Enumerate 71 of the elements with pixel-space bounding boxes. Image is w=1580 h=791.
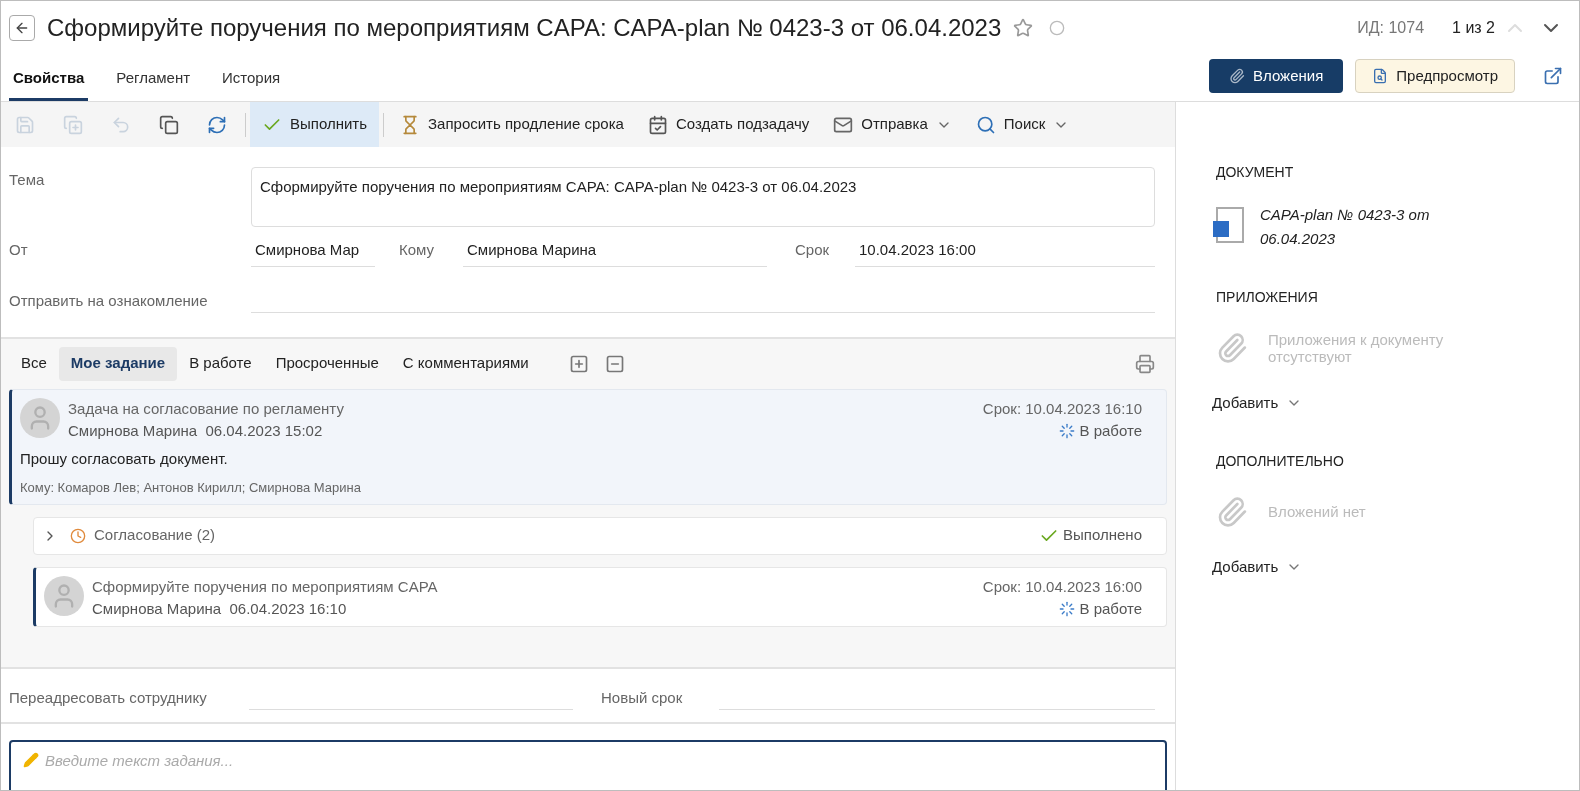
task-due: Срок: 10.04.2023 16:10 — [982, 398, 1142, 419]
field-label: Кому — [399, 240, 436, 260]
section-heading: ПРИЛОЖЕНИЯ — [1216, 288, 1319, 307]
from-field[interactable]: Смирнова Мар — [251, 239, 375, 267]
field-label: Срок — [795, 240, 831, 260]
to-field[interactable]: Смирнова Марина — [463, 239, 767, 267]
section-heading: ДОКУМЕНТ — [1216, 163, 1295, 182]
paperclip-icon — [1229, 68, 1245, 84]
printer-icon[interactable] — [1135, 353, 1155, 374]
field-label: Новый срок — [601, 688, 684, 708]
task-group[interactable]: Согласование (2) Выполнено — [33, 516, 1167, 555]
word-document-icon[interactable] — [1216, 207, 1244, 243]
tab[interactable]: История — [218, 59, 285, 101]
empty-message: Приложения к документу отсутствуют — [1268, 331, 1445, 365]
calendar-icon — [647, 114, 668, 135]
task-author: Смирнова Марина 06.04.2023 16:10 — [92, 598, 348, 619]
field-label: Тема — [9, 170, 46, 190]
collapse-all-icon[interactable] — [604, 353, 625, 374]
task-status: В работе — [1079, 420, 1142, 441]
filter-tab[interactable]: С комментариями — [390, 346, 541, 381]
empty-message: Вложений нет — [1268, 503, 1367, 520]
toolbar-button[interactable]: Отправка — [821, 102, 964, 147]
in-progress-icon — [1059, 422, 1076, 439]
filter-tab[interactable]: В работе — [177, 346, 264, 381]
pager-label: 1 из 2 — [1452, 18, 1495, 38]
task-author: Смирнова Марина 06.04.2023 15:02 — [68, 420, 324, 441]
task-status: В работе — [1079, 598, 1142, 619]
add-dropdown[interactable]: Добавить — [1212, 392, 1303, 415]
task-title: Задача на согласование по регламенту — [68, 398, 345, 419]
task-card[interactable]: Задача на согласование по регламенту Смирнова Марина 06.04.2023 15:02 Срок: 10.04.2023 16:10 В работе Прошу согласовать документ. Кому: Комаров Лев; Антонов Кирилл; Смирнова Марина — [9, 388, 1167, 505]
group-title: Согласование (2) — [94, 525, 216, 546]
circle-icon[interactable] — [1049, 20, 1066, 36]
filter-tab[interactable]: Мое задание — [58, 346, 178, 381]
field-label: Переадресовать сотруднику — [9, 688, 208, 708]
clock-icon — [70, 527, 86, 544]
expand-all-icon[interactable] — [568, 353, 589, 374]
window-title: Сформируйте поручения по мероприятиям CAPA: CAPA-plan № 0423-3 от 06.04.2023 — [47, 13, 1002, 43]
id-label: ИД: 1074 — [1357, 18, 1425, 38]
section-heading: ДОПОЛНИТЕЛЬНО — [1216, 451, 1345, 471]
editor-input[interactable]: Введите текст задания... — [45, 749, 1153, 772]
task-text-editor[interactable]: Введите текст задания... — [9, 739, 1167, 790]
task-title: Сформируйте поручения по мероприятиям CAPA — [92, 576, 439, 597]
document-search-icon — [1372, 68, 1389, 84]
field-label: От — [9, 240, 29, 260]
toolbar-button[interactable]: Поиск — [963, 102, 1082, 147]
preview-button[interactable]: Предпросмотр — [1355, 59, 1515, 93]
toolbar-button[interactable]: Выполнить — [250, 102, 380, 147]
task-card[interactable]: Сформируйте поручения по мероприятиям CAPA Смирнова Марина 06.04.2023 16:10 Срок: 10.04.2023 16:00 В работе — [33, 566, 1167, 627]
avatar — [44, 575, 84, 616]
subject-field[interactable]: Сформируйте поручения по мероприятиям CAPA: CAPA-plan № 0423-3 от 06.04.2023 — [251, 167, 1155, 227]
avatar — [20, 397, 60, 438]
search-icon — [975, 114, 996, 135]
filter-tab[interactable]: Все — [9, 346, 59, 381]
filter-tab[interactable]: Просроченные — [263, 346, 391, 381]
task-due: Срок: 10.04.2023 16:00 — [982, 576, 1142, 597]
group-status: Выполнено — [1063, 525, 1142, 546]
add-dropdown[interactable]: Добавить — [1212, 555, 1303, 578]
back-button[interactable] — [9, 15, 35, 41]
field-label: Отправить на ознакомление — [9, 291, 209, 311]
in-progress-icon — [1059, 600, 1076, 617]
toolbar-button[interactable]: Создать подзадачу — [635, 102, 822, 147]
toolbar-button[interactable]: Запросить продление срока — [388, 102, 636, 147]
star-icon[interactable] — [1013, 18, 1034, 38]
document-link[interactable]: CAPA-plan № 0423-3 от 06.04.2023 — [1260, 203, 1460, 251]
pencil-icon — [23, 751, 39, 768]
task-text: Прошу согласовать документ. — [20, 448, 229, 469]
attachments-button[interactable]: Вложения — [1209, 59, 1344, 93]
open-external-icon[interactable] — [1543, 66, 1563, 86]
tab[interactable]: Регламент — [112, 59, 195, 101]
due-field[interactable]: 10.04.2023 16:00 — [855, 239, 1155, 267]
task-recipients: Кому: Комаров Лев; Антонов Кирилл; Смирнова Марина — [20, 479, 362, 497]
